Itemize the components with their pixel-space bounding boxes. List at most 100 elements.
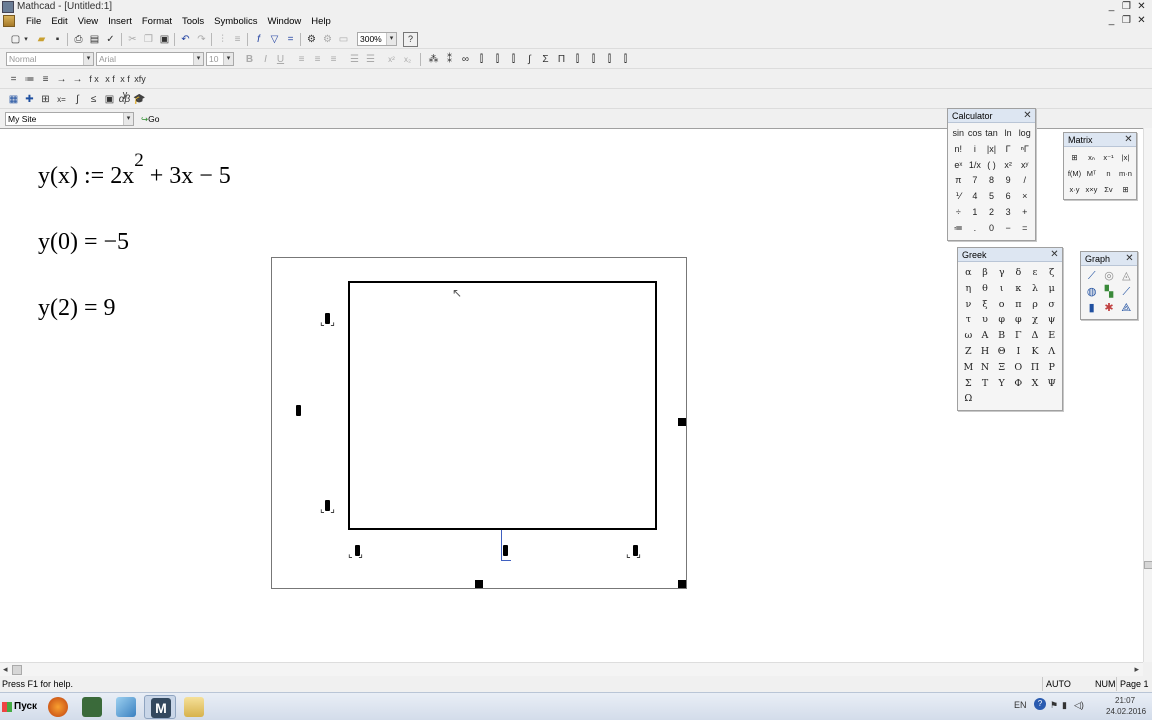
greek-button-46[interactable]: Χ xyxy=(1027,376,1044,392)
doc-close-button[interactable]: ✕ xyxy=(1135,15,1148,27)
calculator-button-3[interactable]: ln xyxy=(1000,126,1017,142)
spell-check-icon[interactable]: ✓ xyxy=(103,32,118,47)
taskbar-mathcad[interactable]: M xyxy=(144,695,176,719)
symbolic-collect-icon[interactable]: ⫿ xyxy=(506,52,521,67)
language-indicator[interactable]: EN xyxy=(1014,700,1027,710)
calculator-button-5[interactable]: n! xyxy=(950,142,967,158)
greek-button-10[interactable]: λ xyxy=(1027,281,1044,297)
help-tray-icon[interactable]: ? xyxy=(1034,698,1046,710)
component-icon[interactable]: ⚙ xyxy=(320,32,335,47)
calculator-button-26[interactable]: 1 xyxy=(967,205,984,221)
greek-button-43[interactable]: Τ xyxy=(977,376,994,392)
matrix-button-1[interactable]: xₙ xyxy=(1083,150,1100,166)
align-left-icon[interactable]: ≡ xyxy=(294,52,309,67)
definition-icon[interactable]: ≔ xyxy=(22,72,37,87)
matrix-button-7[interactable]: m·n xyxy=(1117,166,1134,182)
calculator-button-31[interactable]: . xyxy=(967,221,984,237)
greek-button-45[interactable]: Φ xyxy=(1010,376,1027,392)
calculator-button-15[interactable]: π xyxy=(950,173,967,189)
global-definition-icon[interactable]: ≡ xyxy=(38,72,53,87)
symbolic-palette-icon[interactable]: 🎓 xyxy=(132,92,147,107)
greek-button-41[interactable]: Ρ xyxy=(1043,360,1060,376)
calculator-button-24[interactable]: × xyxy=(1016,189,1033,205)
product-icon[interactable]: Π xyxy=(554,52,569,67)
menu-file[interactable]: File xyxy=(21,14,46,29)
greek-button-19[interactable]: υ xyxy=(977,312,994,328)
infinity-icon[interactable]: ∞ xyxy=(458,52,473,67)
vertical-scrollbar[interactable] xyxy=(1143,128,1152,662)
font-size-dropdown-icon[interactable]: ▾ xyxy=(223,53,233,65)
matrix-button-2[interactable]: x⁻¹ xyxy=(1100,150,1117,166)
network-icon[interactable]: ▮ xyxy=(1062,700,1067,711)
minimize-button[interactable]: _ xyxy=(1105,1,1118,13)
greek-button-28[interactable]: Δ xyxy=(1027,328,1044,344)
zoom-dropdown-icon[interactable]: ▾ xyxy=(386,33,396,45)
greek-button-35[interactable]: Λ xyxy=(1043,344,1060,360)
matrix-button-9[interactable]: x×y xyxy=(1083,182,1100,198)
3d-scatter-icon[interactable]: ▚ xyxy=(1100,285,1117,301)
infix-operator-icon[interactable]: x f y xyxy=(117,72,133,99)
style-select[interactable]: Normal ▾ xyxy=(6,52,94,66)
greek-button-25[interactable]: Α xyxy=(977,328,994,344)
calculator-button-14[interactable]: xʸ xyxy=(1016,158,1033,174)
menu-window[interactable]: Window xyxy=(262,14,306,29)
greek-button-24[interactable]: ω xyxy=(960,328,977,344)
prefix-operator-icon[interactable]: f x xyxy=(86,72,102,87)
matrix-button-6[interactable]: n xyxy=(1100,166,1117,182)
calculator-button-17[interactable]: 8 xyxy=(983,173,1000,189)
flag-tray-icon[interactable]: ⚑ xyxy=(1050,700,1058,711)
resize-handle-bottom[interactable] xyxy=(475,580,483,588)
document-icon[interactable] xyxy=(3,15,15,27)
surface-icon[interactable]: ◬ xyxy=(1118,269,1135,285)
font-dropdown-icon[interactable]: ▾ xyxy=(193,53,203,65)
calculator-button-6[interactable]: i xyxy=(967,142,984,158)
greek-button-8[interactable]: ι xyxy=(993,281,1010,297)
close-icon[interactable]: ✕ xyxy=(1022,110,1033,121)
align-right-icon[interactable]: ≡ xyxy=(326,52,341,67)
scroll-left-icon[interactable]: ◂ xyxy=(3,663,8,676)
bullets-icon[interactable]: ☰ xyxy=(347,52,362,67)
calculator-button-12[interactable]: ( ) xyxy=(983,158,1000,174)
matrix-palette-icon[interactable]: ⊞ xyxy=(38,92,53,107)
menu-view[interactable]: View xyxy=(73,14,103,29)
greek-button-30[interactable]: Ζ xyxy=(960,344,977,360)
help-icon[interactable]: ? xyxy=(403,32,418,47)
greek-button-7[interactable]: θ xyxy=(977,281,994,297)
matrix-button-11[interactable]: ⊞ xyxy=(1117,182,1134,198)
greek-button-11[interactable]: μ xyxy=(1043,281,1060,297)
calculator-button-11[interactable]: 1/x xyxy=(967,158,984,174)
evaluate-equals-icon[interactable]: = xyxy=(6,72,21,87)
symbolic-arrow-icon[interactable]: → xyxy=(54,72,69,87)
symbolic-simplify-icon[interactable]: ⁑ xyxy=(442,52,457,67)
function-definition[interactable]: y(x) := 2x2 + 3x − 5 xyxy=(38,150,231,190)
resize-handle-right[interactable] xyxy=(678,418,686,426)
calculator-button-32[interactable]: 0 xyxy=(983,221,1000,237)
symbolic-evaluate-icon[interactable]: ⁂ xyxy=(426,52,441,67)
greek-button-4[interactable]: ε xyxy=(1027,265,1044,281)
calculator-button-21[interactable]: 4 xyxy=(967,189,984,205)
evaluation-y2[interactable]: y(2) = 9 xyxy=(38,295,116,322)
graph-palette-icon[interactable]: ✚ xyxy=(22,92,37,107)
vertical-scroll-thumb[interactable] xyxy=(1144,561,1152,569)
greek-button-44[interactable]: Υ xyxy=(993,376,1010,392)
solve-icon[interactable]: ⫿ xyxy=(602,52,617,67)
greek-button-21[interactable]: φ xyxy=(1010,312,1027,328)
greek-button-16[interactable]: ρ xyxy=(1027,297,1044,313)
boolean-palette-icon[interactable]: ≤ xyxy=(86,92,101,107)
close-icon[interactable]: ✕ xyxy=(1123,134,1134,145)
matrix-button-4[interactable]: f(M) xyxy=(1066,166,1083,182)
greek-palette-icon[interactable]: αβ xyxy=(117,92,132,107)
y-axis-expression-placeholder[interactable] xyxy=(296,405,301,416)
calculator-button-34[interactable]: = xyxy=(1016,221,1033,237)
close-button[interactable]: ✕ xyxy=(1135,1,1148,13)
greek-button-6[interactable]: η xyxy=(960,281,977,297)
calculator-button-18[interactable]: 9 xyxy=(1000,173,1017,189)
paste-icon[interactable]: ▣ xyxy=(157,32,172,47)
calculator-button-16[interactable]: 7 xyxy=(967,173,984,189)
symbolic-factor-icon[interactable]: ⫿ xyxy=(490,52,505,67)
greek-button-33[interactable]: Ι xyxy=(1010,344,1027,360)
print-preview-icon[interactable]: ▤ xyxy=(87,32,102,47)
redo-icon[interactable]: ↷ xyxy=(194,32,209,47)
greek-button-38[interactable]: Ξ xyxy=(993,360,1010,376)
greek-button-27[interactable]: Γ xyxy=(1010,328,1027,344)
